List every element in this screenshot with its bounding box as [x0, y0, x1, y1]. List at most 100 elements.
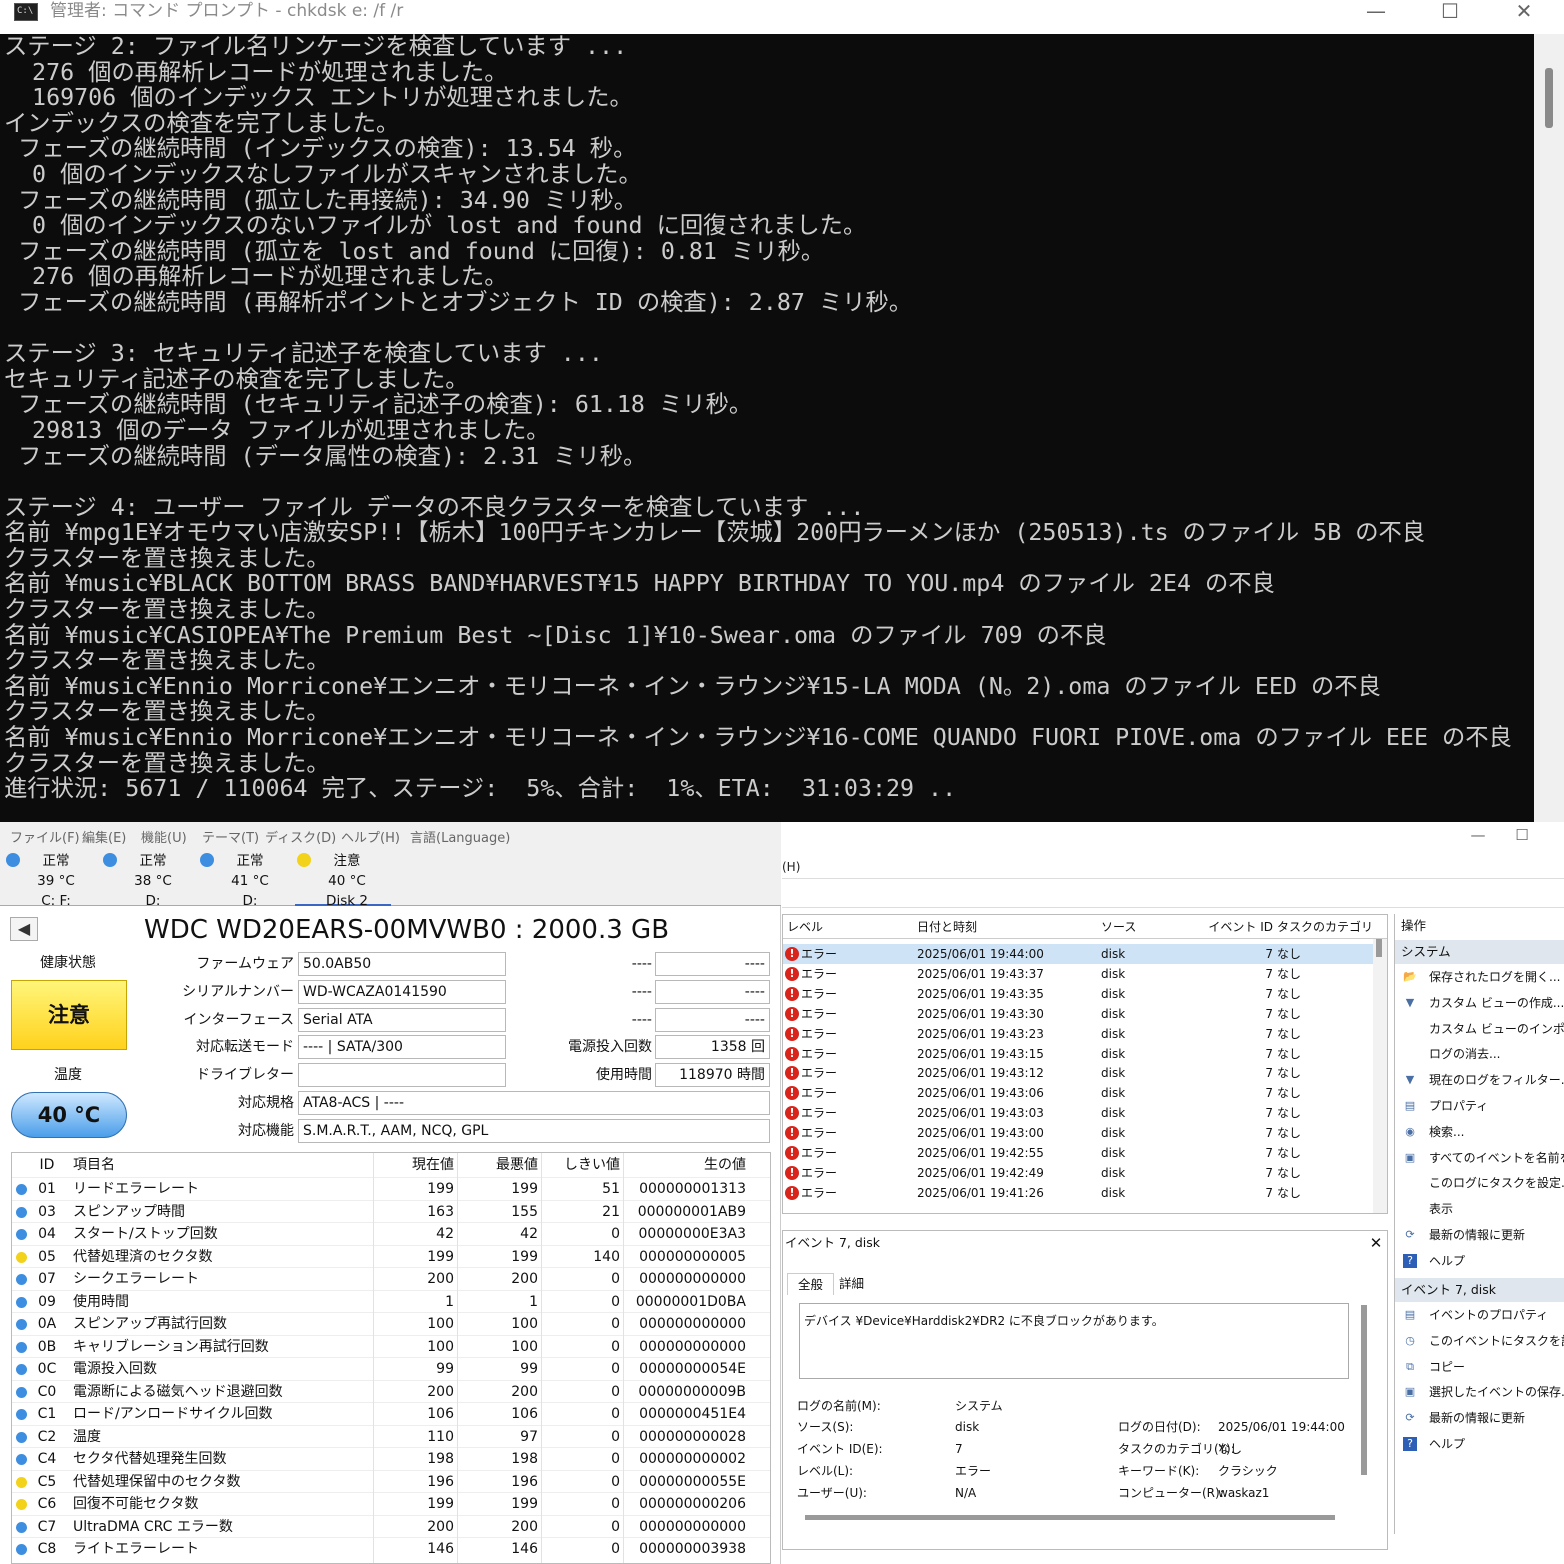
- smart-row[interactable]: 0A スピンアップ再試行回数 100 100 0 000000000000: [12, 1312, 770, 1335]
- drive-button[interactable]: 正常 41 °C D:: [198, 850, 294, 909]
- task-icon: ◷: [1405, 1333, 1415, 1347]
- tab-general[interactable]: 全般: [787, 1273, 835, 1295]
- actions-section-system[interactable]: システム: [1395, 940, 1564, 964]
- drive-button[interactable]: 注意 40 °C Disk 2: [295, 850, 391, 909]
- event-list-column-header[interactable]: レベル: [787, 917, 907, 937]
- action-item[interactable]: カスタム ビューのインポート...: [1395, 1017, 1564, 1042]
- console-output[interactable]: ステージ 2: ファイル名リンケージを検査しています ... 276 個の再解析…: [4, 34, 1530, 822]
- event-row[interactable]: ! エラー 2025/06/01 19:43:15 disk 7 なし: [783, 1044, 1373, 1064]
- event-row[interactable]: ! エラー 2025/06/01 19:43:12 disk 7 なし: [783, 1063, 1373, 1083]
- event-id-label: イベント ID(E):: [797, 1442, 883, 1456]
- action-item[interactable]: ◉ 検索...: [1395, 1120, 1564, 1145]
- event-list-column-header[interactable]: 日付と時刻: [917, 917, 1087, 937]
- minimize-button[interactable]: —: [1356, 0, 1396, 26]
- event-cell: なし: [1277, 966, 1302, 981]
- event-row[interactable]: ! エラー 2025/06/01 19:43:30 disk 7 なし: [783, 1004, 1373, 1024]
- tab-details[interactable]: 詳細: [829, 1273, 874, 1295]
- smart-cell: 51: [602, 1181, 620, 1197]
- smart-column-header[interactable]: 現在値: [374, 1154, 454, 1176]
- event-list-column-header[interactable]: タスクのカテゴリ: [1277, 917, 1373, 937]
- smart-row[interactable]: 04 スタート/ストップ回数 42 42 0 00000000E3A3: [12, 1222, 770, 1245]
- action-item[interactable]: ⧉ コピー: [1395, 1355, 1564, 1380]
- event-row[interactable]: ! エラー 2025/06/01 19:43:03 disk 7 なし: [783, 1103, 1373, 1123]
- smart-row[interactable]: 09 使用時間 1 1 0 00000001D0BA: [12, 1289, 770, 1313]
- smart-column-header[interactable]: 最悪値: [458, 1154, 538, 1176]
- scrollbar-thumb[interactable]: [1545, 68, 1553, 128]
- action-item[interactable]: ▣ すべてのイベントを名前を...: [1395, 1146, 1564, 1171]
- maximize-button[interactable]: ☐: [1502, 824, 1542, 850]
- drive-button[interactable]: 正常 38 °C D:: [101, 850, 197, 909]
- event-row[interactable]: ! エラー 2025/06/01 19:42:49 disk 7 なし: [783, 1163, 1373, 1183]
- close-icon[interactable]: ✕: [1365, 1231, 1387, 1255]
- action-item[interactable]: ▤ プロパティ: [1395, 1094, 1564, 1119]
- smart-row[interactable]: C6 回復不可能セクタ数 199 199 0 000000000206: [12, 1492, 770, 1515]
- detail-scrollbar-thumb[interactable]: [1361, 1305, 1367, 1475]
- event-list-scrollbar[interactable]: [1373, 939, 1387, 1213]
- smart-row[interactable]: C7 UltraDMA CRC エラー数 200 200 0 000000000000: [12, 1514, 770, 1538]
- action-item[interactable]: ? ヘルプ: [1395, 1249, 1564, 1274]
- health-status-badge[interactable]: 注意: [11, 980, 127, 1050]
- action-item[interactable]: ▼ カスタム ビューの作成...: [1395, 991, 1564, 1016]
- minimize-button[interactable]: —: [1458, 824, 1498, 850]
- smart-row[interactable]: C0 電源断による磁気ヘッド退避回数 200 200 0 00000000009B: [12, 1379, 770, 1403]
- action-item[interactable]: ▼ 現在のログをフィルター...: [1395, 1068, 1564, 1093]
- smart-table[interactable]: ID 項目名 現在値 最悪値 しきい値 生の値 01 リードエラーレート 199 199 51 00…: [11, 1152, 771, 1564]
- smart-row[interactable]: C5 代替処理保留中のセクタ数 196 196 0 00000000055E: [12, 1469, 770, 1493]
- smart-cell: 200: [511, 1518, 538, 1535]
- event-row[interactable]: ! エラー 2025/06/01 19:43:00 disk 7 なし: [783, 1123, 1373, 1143]
- event-message[interactable]: デバイス ¥Device¥Harddisk2¥DR2 に不良ブロックがあります。: [799, 1303, 1349, 1379]
- vertical-scrollbar[interactable]: [1534, 34, 1564, 822]
- power-on-hours-label: 使用時間: [596, 1067, 652, 1083]
- smart-cell: 199: [427, 1248, 454, 1265]
- smart-cell: 200: [511, 1271, 538, 1287]
- actions-section-event[interactable]: イベント 7, disk: [1395, 1278, 1564, 1302]
- action-item[interactable]: 📂 保存されたログを開く...: [1395, 965, 1564, 990]
- event-cell: 2025/06/01 19:42:55: [917, 1146, 1044, 1160]
- event-row[interactable]: ! エラー 2025/06/01 19:43:35 disk 7 なし: [783, 984, 1373, 1004]
- menu-help[interactable]: (H): [782, 860, 800, 874]
- action-item[interactable]: このログにタスクを設定...: [1395, 1171, 1564, 1196]
- title-bar[interactable]: — ☐: [782, 822, 1564, 852]
- power-on-hours-field: 118970 時間: [655, 1063, 770, 1087]
- smart-row[interactable]: 0B キャリブレーション再試行回数 100 100 0 000000000000: [12, 1334, 770, 1358]
- action-item[interactable]: ▤ イベントのプロパティ: [1395, 1303, 1564, 1328]
- action-item[interactable]: ? ヘルプ: [1395, 1432, 1564, 1457]
- smart-row[interactable]: C8 ライトエラーレート 146 146 0 000000003938: [12, 1537, 770, 1560]
- drive-button[interactable]: 正常 39 °C C: F:: [4, 850, 100, 909]
- action-item[interactable]: ログの消去...: [1395, 1042, 1564, 1067]
- smart-row[interactable]: C4 セクタ代替処理発生回数 198 198 0 000000000002: [12, 1447, 770, 1470]
- action-item[interactable]: ⟳ 最新の情報に更新: [1395, 1406, 1564, 1431]
- close-button[interactable]: ✕: [1504, 0, 1544, 26]
- smart-row[interactable]: C2 温度 110 97 0 000000000028: [12, 1424, 770, 1448]
- event-list-column-header[interactable]: イベント ID: [1187, 917, 1273, 937]
- smart-row[interactable]: 01 リードエラーレート 199 199 51 000000001313: [12, 1177, 770, 1200]
- event-row[interactable]: ! エラー 2025/06/01 19:42:55 disk 7 なし: [783, 1143, 1373, 1163]
- filter-icon: ▼: [1405, 1073, 1415, 1087]
- event-row[interactable]: ! エラー 2025/06/01 19:44:00 disk 7 なし: [783, 944, 1373, 964]
- title-bar[interactable]: 管理者: コマンド プロンプト - chkdsk e: /f /r — ☐ ✕: [0, 0, 1564, 34]
- smart-column-header[interactable]: ID: [32, 1154, 62, 1176]
- smart-row[interactable]: C1 ロード/アンロードサイクル回数 106 106 0 0000000451E4: [12, 1402, 770, 1425]
- smart-column-header[interactable]: 生の値: [624, 1154, 746, 1176]
- event-row[interactable]: ! エラー 2025/06/01 19:41:26 disk 7 なし: [783, 1183, 1373, 1203]
- smart-column-header[interactable]: 項目名: [73, 1154, 373, 1176]
- event-row[interactable]: ! エラー 2025/06/01 19:43:37 disk 7 なし: [783, 964, 1373, 984]
- smart-row[interactable]: 0C 電源投入回数 99 99 0 00000000054E: [12, 1357, 770, 1380]
- maximize-button[interactable]: ☐: [1430, 0, 1470, 26]
- triangle-left-icon[interactable]: ◀: [10, 917, 38, 941]
- action-item[interactable]: ◷ このイベントにタスクを設定...: [1395, 1329, 1564, 1354]
- smart-column-header[interactable]: しきい値: [542, 1154, 620, 1176]
- smart-row[interactable]: 05 代替処理済のセクタ数 199 199 140 000000000005: [12, 1244, 770, 1268]
- event-list-column-header[interactable]: ソース: [1101, 917, 1181, 937]
- detail-hscrollbar-thumb[interactable]: [805, 1515, 1335, 1520]
- event-cell: エラー: [801, 1086, 838, 1101]
- event-list[interactable]: レベル 日付と時刻 ソース イベント ID タスクのカテゴリ ! エラー 2025/06/0…: [782, 914, 1388, 1214]
- smart-row[interactable]: 07 シークエラーレート 200 200 0 000000000000: [12, 1267, 770, 1290]
- event-row[interactable]: ! エラー 2025/06/01 19:43:23 disk 7 なし: [783, 1024, 1373, 1044]
- action-item[interactable]: ⟳ 最新の情報に更新: [1395, 1223, 1564, 1248]
- event-row[interactable]: ! エラー 2025/06/01 19:43:06 disk 7 なし: [783, 1083, 1373, 1103]
- smart-row[interactable]: 03 スピンアップ時間 163 155 21 000000001AB9: [12, 1199, 770, 1223]
- smart-cell: スタート/ストップ回数: [73, 1226, 218, 1242]
- action-item[interactable]: 表示: [1395, 1197, 1564, 1222]
- action-item[interactable]: ▣ 選択したイベントの保存...: [1395, 1380, 1564, 1405]
